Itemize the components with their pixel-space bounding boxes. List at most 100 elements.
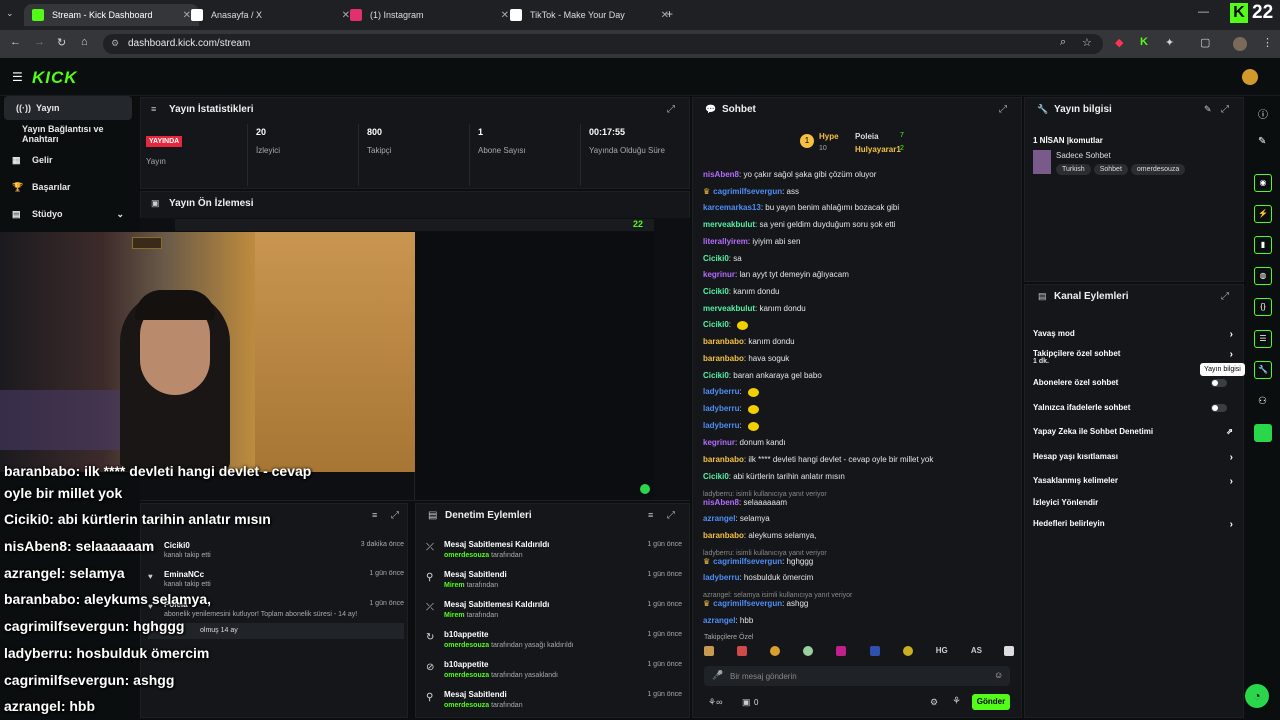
user-avatar[interactable]: [1242, 69, 1258, 85]
chat-username[interactable]: cagrimilfsevergun: [713, 187, 782, 196]
chat-username[interactable]: Ciciki0: [703, 254, 729, 263]
chat-message[interactable]: kegrinur: donum kandı: [703, 438, 786, 447]
reload-icon[interactable]: ↻: [57, 36, 66, 49]
chevron-down-icon[interactable]: ⌄: [116, 209, 124, 220]
chat-input-placeholder[interactable]: Bir mesaj gönderin: [730, 672, 797, 681]
bookmark-star-icon[interactable]: ☆: [1082, 36, 1092, 49]
chat-message[interactable]: nisAben8: selaaaaaam: [703, 498, 787, 507]
sidebar-item-2[interactable]: ▦ Gelir: [0, 148, 132, 172]
chat-mod-icon[interactable]: ⚘: [952, 696, 961, 707]
chat-username[interactable]: azrangel: [703, 514, 735, 523]
moderation-row[interactable]: ⚲ Mesaj Sabitlendi Mirem tarafından 1 gün ö…: [420, 568, 688, 598]
chat-message[interactable]: Ciciki0: baran ankaraya gel babo: [703, 371, 822, 380]
emote-icon[interactable]: [803, 646, 814, 656]
channel-action-row[interactable]: Yalnızca ifadelerle sohbet: [1033, 403, 1233, 412]
chat-message[interactable]: ladyberru: isimli kullanıcıya yanıt veri…: [703, 548, 827, 557]
chat-message[interactable]: azrangel: hbb: [703, 616, 753, 625]
chat-message[interactable]: baranbabo: hava soguk: [703, 354, 789, 363]
new-tab-icon[interactable]: +: [666, 7, 673, 21]
rail-wrench-icon[interactable]: 🔧: [1254, 361, 1272, 379]
send-button[interactable]: Gönder: [972, 694, 1010, 710]
chevron-right-icon[interactable]: ›: [1230, 452, 1233, 463]
tab-0[interactable]: Stream - Kick Dashboard ✕: [24, 4, 199, 26]
chat-expand-icon[interactable]: ⤢: [999, 104, 1007, 115]
tag-pill[interactable]: Sohbet: [1093, 164, 1128, 175]
chevron-right-icon[interactable]: ›: [1230, 329, 1233, 340]
chat-message[interactable]: baranbabo: aleykums selamya,: [703, 531, 816, 540]
emote-icon[interactable]: [770, 646, 781, 656]
channel-action-row[interactable]: Yasaklanmış kelimeler ›: [1033, 476, 1233, 487]
chat-username[interactable]: merveakbulut: [703, 220, 755, 229]
forward-icon[interactable]: →: [34, 36, 45, 48]
chat-message[interactable]: nisAben8: yo çakır sağol şaka gibi çözüm…: [703, 170, 876, 179]
chat-message[interactable]: azrangel: selamya: [703, 514, 770, 523]
sidebar-item-1[interactable]: Yayın Bağlantısı ve Anahtarı: [0, 122, 132, 146]
chat-username[interactable]: karcemarkas13: [703, 203, 761, 212]
toggle-switch[interactable]: [1211, 379, 1227, 387]
chat-message[interactable]: Ciciki0: abi kürtlerin tarihin anlatır m…: [703, 472, 845, 481]
activity-filter-icon[interactable]: ≡: [372, 510, 377, 520]
rail-green-icon[interactable]: [1254, 424, 1272, 442]
chat-message[interactable]: karcemarkas13: bu yayın benim ahlağımı b…: [703, 203, 899, 212]
moderation-row[interactable]: ⤫ Mesaj Sabitlemesi Kaldırıldı omerdesouza…: [420, 538, 688, 568]
top-user-2-name[interactable]: Hulyayarar1: [855, 145, 901, 154]
tag-pill[interactable]: Turkish: [1056, 164, 1091, 175]
rail-code-icon[interactable]: {}: [1254, 298, 1272, 316]
moderation-row[interactable]: ⚲ Mesaj Sabitlendi omerdesouza tarafından 1…: [420, 688, 688, 718]
pencil-icon[interactable]: ✎: [1258, 136, 1266, 147]
moderator-name[interactable]: omerdesouza: [444, 552, 489, 559]
chat-message[interactable]: ladyberru:: [703, 421, 759, 431]
chat-message[interactable]: merveakbulut: kanım dondu: [703, 304, 806, 313]
channel-action-row[interactable]: Abonelere özel sohbet: [1033, 378, 1233, 387]
chat-username[interactable]: ladyberru: [703, 421, 739, 430]
rail-share-icon[interactable]: ⚇: [1258, 396, 1267, 407]
channel-action-row[interactable]: Yapay Zeka ile Sohbet Denetimi ⇗: [1033, 427, 1233, 436]
bookmarks-icon[interactable]: ▢: [1200, 36, 1210, 49]
chat-username[interactable]: baranbabo: [703, 531, 744, 540]
chat-message[interactable]: Ciciki0:: [703, 320, 749, 330]
rail-camera-icon[interactable]: ◉: [1254, 174, 1272, 192]
sidebar-item-4[interactable]: ▤ Stüdyo ⌄: [0, 202, 132, 226]
back-icon[interactable]: ←: [10, 36, 21, 48]
stats-expand-icon[interactable]: ⤢: [667, 104, 675, 115]
profile-avatar[interactable]: [1233, 37, 1247, 51]
chat-message[interactable]: kegrinur: lan ayyt tyt demeyin ağlıyacam: [703, 270, 849, 279]
chevron-right-icon[interactable]: ›: [1230, 519, 1233, 530]
chat-username[interactable]: Ciciki0: [703, 472, 729, 481]
rail-bolt-icon[interactable]: ⚡: [1254, 205, 1272, 223]
moderator-name[interactable]: omerdesouza: [444, 672, 489, 679]
moderation-row[interactable]: ⤫ Mesaj Sabitlemesi Kaldırıldı Mirem taraf…: [420, 598, 688, 628]
channel-action-row[interactable]: Yavaş mod ›: [1033, 329, 1233, 340]
emote-icon[interactable]: HG: [936, 646, 948, 656]
top-user-1-name[interactable]: Poleia: [855, 132, 879, 141]
channel-action-row[interactable]: Hesap yaşı kısıtlaması ›: [1033, 452, 1233, 463]
sidebar-item-3[interactable]: 🏆 Başarılar: [0, 175, 132, 199]
emote-icon[interactable]: AS: [971, 646, 982, 656]
external-link-icon[interactable]: ⇗: [1226, 427, 1233, 436]
chat-message[interactable]: ♛ cagrimilfsevergun: hghggg: [703, 557, 813, 566]
emote-icon[interactable]: [869, 646, 880, 656]
emote-icon[interactable]: [836, 646, 847, 656]
chat-message[interactable]: ladyberru: isimli kullanıcıya yanıt veri…: [703, 489, 827, 498]
chat-username[interactable]: nisAben8: [703, 170, 739, 179]
chat-username[interactable]: nisAben8: [703, 498, 739, 507]
sidebar-item-0[interactable]: ((·)) Yayın: [4, 96, 132, 120]
chat-username[interactable]: cagrimilfsevergun: [713, 557, 782, 566]
channel-actions-expand-icon[interactable]: ⤢: [1221, 291, 1229, 302]
moderation-expand-icon[interactable]: ⤢: [667, 510, 675, 521]
chat-message[interactable]: ♛ cagrimilfsevergun: ashgg: [703, 599, 808, 608]
info-circle-icon[interactable]: ⓘ: [1258, 106, 1268, 121]
emoji-picker-icon[interactable]: ☺: [994, 670, 1003, 680]
chat-message[interactable]: Ciciki0: sa: [703, 254, 742, 263]
help-chat-icon[interactable]: ◔: [1245, 684, 1269, 708]
chat-message[interactable]: literallyirem: iyiyim abi sen: [703, 237, 800, 246]
chat-message[interactable]: ladyberru: hosbulduk ömercim: [703, 573, 813, 582]
chat-settings-icon[interactable]: ⚙: [930, 697, 938, 708]
chevron-right-icon[interactable]: ›: [1230, 349, 1233, 360]
chat-username[interactable]: ladyberru: [703, 404, 739, 413]
chat-username[interactable]: ladyberru: [703, 573, 739, 582]
site-info-icon[interactable]: ⚙: [111, 38, 119, 49]
rail-doc-icon[interactable]: ▮: [1254, 236, 1272, 254]
chevron-right-icon[interactable]: ›: [1230, 476, 1233, 487]
chat-username[interactable]: baranbabo: [703, 337, 744, 346]
